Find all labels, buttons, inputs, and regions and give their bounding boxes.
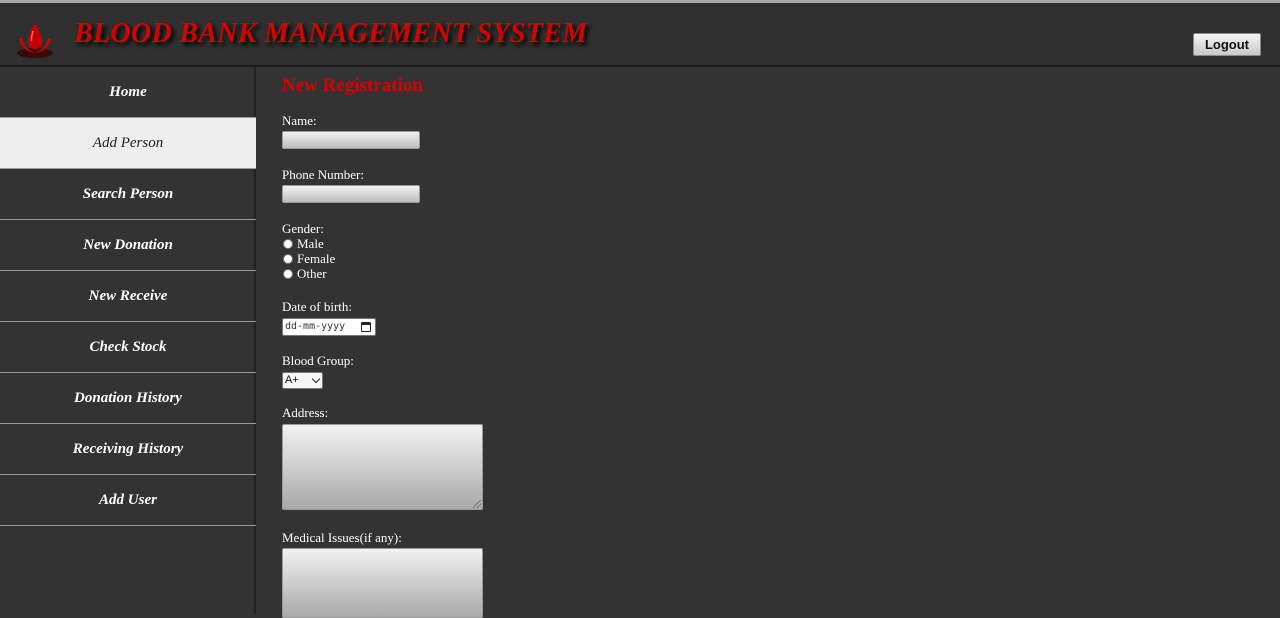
form-title: New Registration — [282, 75, 423, 96]
blood-drop-logo-icon — [17, 23, 53, 58]
name-label: Name: — [282, 113, 317, 128]
dob-label: Date of birth: — [282, 299, 353, 314]
sidebar-item-donation-history[interactable]: Donation History — [0, 373, 256, 424]
address-textarea[interactable] — [282, 424, 483, 510]
app-title: BLOOD BANK MANAGEMENT SYSTEM — [74, 18, 588, 49]
sidebar-nav: Home Add Person Search Person New Donati… — [0, 67, 256, 614]
gender-option-male[interactable]: Male — [282, 236, 324, 251]
dob-input[interactable]: dd-mm-yyyy — [282, 318, 376, 336]
logout-button[interactable]: Logout — [1193, 33, 1261, 56]
radio-female[interactable] — [283, 253, 293, 264]
blood-group-select[interactable]: A+ — [282, 372, 323, 389]
phone-label: Phone Number: — [282, 167, 364, 182]
sidebar-item-add-user[interactable]: Add User — [0, 475, 256, 526]
address-label: Address: — [282, 405, 329, 420]
app-header: BLOOD BANK MANAGEMENT SYSTEM Logout — [0, 3, 1280, 67]
sidebar-item-new-receive[interactable]: New Receive — [0, 271, 256, 322]
resize-grip-icon[interactable] — [473, 500, 481, 508]
radio-other[interactable] — [283, 268, 293, 279]
registration-form: New Registration Name: Phone Number: Gen… — [282, 67, 1262, 618]
sidebar-item-search-person[interactable]: Search Person — [0, 169, 256, 220]
sidebar-item-check-stock[interactable]: Check Stock — [0, 322, 256, 373]
medical-issues-textarea[interactable] — [282, 548, 483, 618]
medical-issues-label: Medical Issues(if any): — [282, 530, 402, 545]
sidebar-item-home[interactable]: Home — [0, 67, 256, 118]
chevron-down-icon — [311, 374, 321, 384]
sidebar-item-receiving-history[interactable]: Receiving History — [0, 424, 256, 475]
phone-input[interactable] — [282, 185, 420, 203]
blood-group-value: A+ — [285, 374, 299, 386]
calendar-icon[interactable] — [361, 322, 371, 332]
gender-option-other[interactable]: Other — [282, 266, 327, 281]
name-input[interactable] — [282, 131, 420, 149]
radio-male[interactable] — [283, 238, 293, 249]
gender-female-label: Female — [297, 250, 336, 266]
dob-placeholder: dd-mm-yyyy — [285, 321, 346, 332]
sidebar-item-add-person[interactable]: Add Person — [0, 118, 256, 169]
gender-male-label: Male — [297, 235, 324, 251]
gender-option-female[interactable]: Female — [282, 251, 335, 266]
gender-other-label: Other — [297, 265, 327, 281]
blood-group-label: Blood Group: — [282, 353, 354, 368]
sidebar-item-new-donation[interactable]: New Donation — [0, 220, 256, 271]
